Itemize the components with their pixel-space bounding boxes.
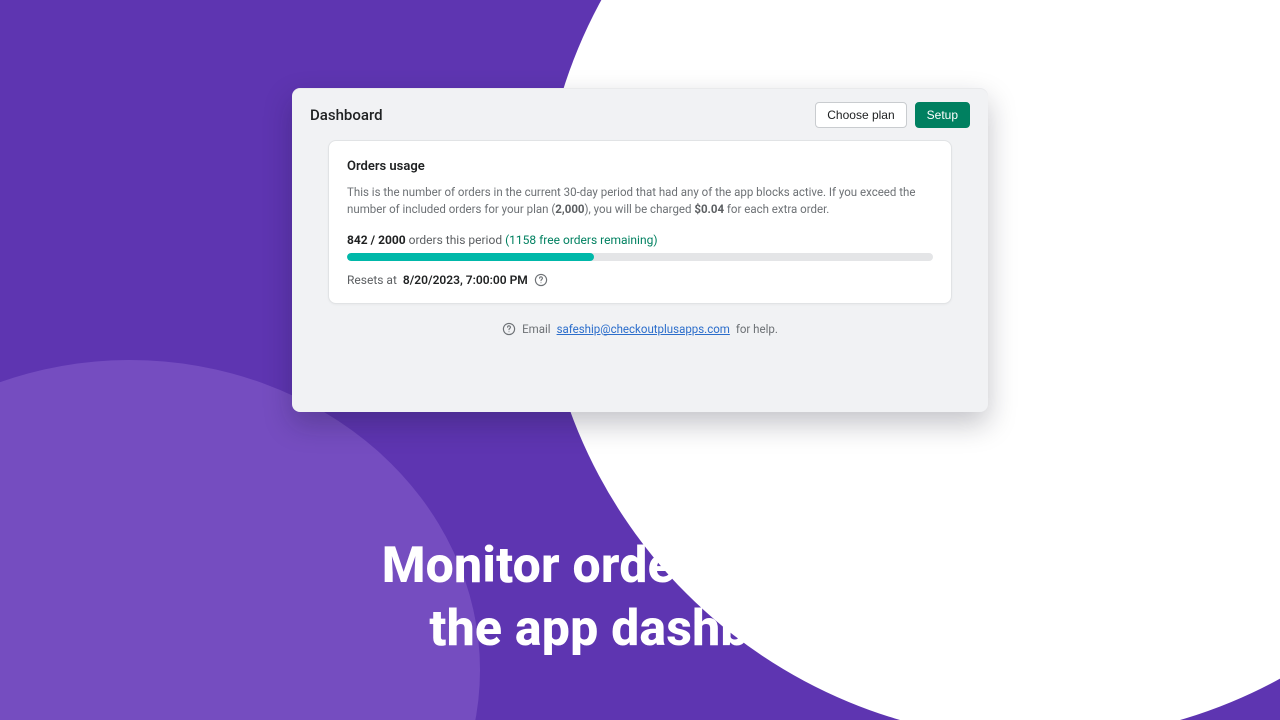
dashboard-panel: Dashboard Choose plan Setup Orders usage… [292,88,988,412]
slide-caption: Monitor order usage in the app dashboard [0,535,1280,660]
setup-button[interactable]: Setup [915,102,970,128]
usage-summary: 842 / 2000 orders this period (1158 free… [347,233,933,247]
usage-sep: / [368,233,378,247]
card-title: Orders usage [347,159,933,174]
usage-period-label: orders this period [406,233,505,247]
help-email-prefix: Email [522,322,550,336]
reset-prefix: Resets at [347,273,397,287]
promo-slide: Dashboard Choose plan Setup Orders usage… [0,0,1280,720]
card-description: This is the number of orders in the curr… [347,184,933,219]
desc-suffix: for each extra order. [724,202,829,216]
page-title: Dashboard [310,106,383,124]
usage-current: 842 [347,233,368,247]
choose-plan-button[interactable]: Choose plan [815,102,906,128]
extra-price: $0.04 [694,202,724,216]
included-orders: 2,000 [555,202,584,216]
help-icon [502,322,516,336]
reset-line: Resets at 8/20/2023, 7:00:00 PM [347,273,933,287]
panel-header: Dashboard Choose plan Setup [292,88,988,140]
caption-line-1: Monitor order usage in [0,535,1280,598]
help-row: Email safeship@checkoutplusapps.com for … [292,322,988,336]
usage-progress-bar [347,253,933,261]
usage-remaining: (1158 free orders remaining) [505,233,657,247]
reset-time: 8/20/2023, 7:00:00 PM [403,273,528,287]
help-icon[interactable] [534,273,548,287]
orders-usage-card: Orders usage This is the number of order… [328,140,952,304]
header-actions: Choose plan Setup [815,102,970,128]
help-email-suffix: for help. [736,322,778,336]
usage-limit: 2000 [378,233,406,247]
caption-line-2: the app dashboard [0,598,1280,661]
desc-mid: ), you will be charged [585,202,695,216]
usage-progress-fill [347,253,594,261]
help-email-link[interactable]: safeship@checkoutplusapps.com [557,322,730,336]
